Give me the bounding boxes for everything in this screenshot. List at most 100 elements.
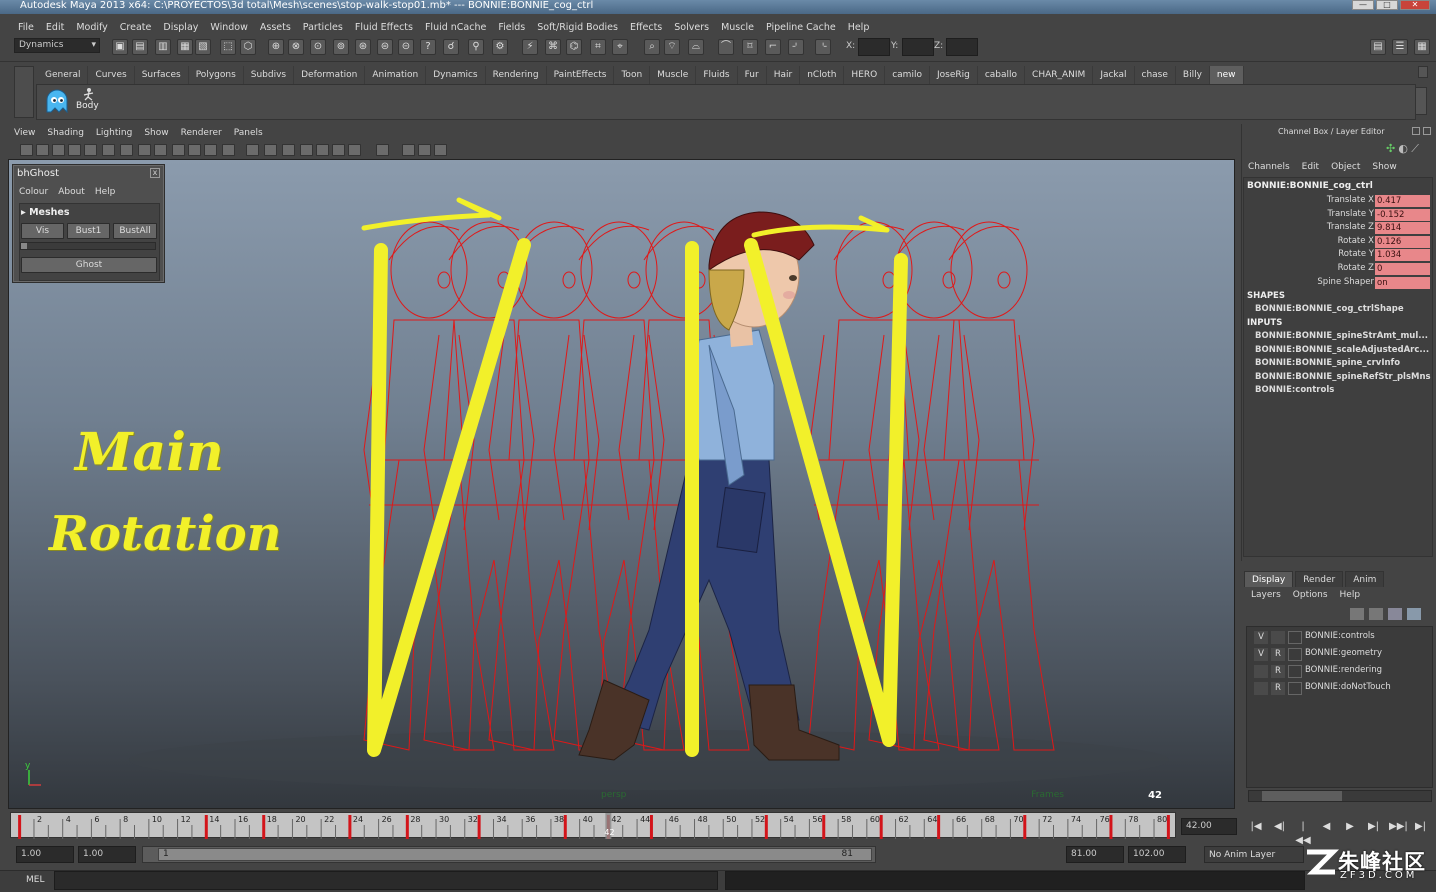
statusline-tool-icon[interactable]: ▥ xyxy=(155,39,171,55)
shelf-tab-muscle[interactable]: Muscle xyxy=(650,66,697,84)
viewport-tool-icon[interactable] xyxy=(316,144,329,156)
channel-value[interactable]: 0.417 xyxy=(1375,195,1430,207)
statusline-tool-icon[interactable]: ⊛ xyxy=(355,39,371,55)
layers-up-icon[interactable] xyxy=(1350,608,1364,620)
statusline-tool-icon[interactable]: ⊚ xyxy=(333,39,349,55)
playback-button-7[interactable]: ▶| xyxy=(1413,820,1429,834)
input-node[interactable]: BONNIE:BONNIE_spineRefStr_plsMns xyxy=(1255,372,1431,382)
shelf-body-button[interactable]: Body xyxy=(76,87,100,113)
current-frame-field[interactable]: 42.00 xyxy=(1181,818,1237,835)
menu-effects[interactable]: Effects xyxy=(624,22,668,33)
maximize-button[interactable]: □ xyxy=(1376,0,1398,10)
viewport-tool-icon[interactable] xyxy=(348,144,361,156)
layer-type-toggle[interactable]: R xyxy=(1271,665,1285,678)
time-slider[interactable]: 2 4 6 8 10 12 14 16 18 20 22 24 26 28 30 32 34 36 38 40 42 44… xyxy=(10,812,1176,839)
channel-value[interactable]: 0.126 xyxy=(1375,235,1430,248)
playback-button-5[interactable]: ▶| xyxy=(1366,820,1382,834)
viewport-tool-icon[interactable] xyxy=(282,144,295,156)
slider-handle[interactable] xyxy=(21,243,27,249)
viewport-tool-icon[interactable] xyxy=(52,144,65,156)
viewport-menu-show[interactable]: Show xyxy=(138,126,174,140)
shelf-tab-billy[interactable]: Billy xyxy=(1176,66,1210,84)
statusline-tool-icon[interactable]: ⌬ xyxy=(566,39,582,55)
viewport-tool-icon[interactable] xyxy=(102,144,115,156)
statusline-tool-icon[interactable]: ⊙ xyxy=(310,39,326,55)
shelf-tab-dynamics[interactable]: Dynamics xyxy=(426,66,486,84)
layer-row-bonnie-donottouch[interactable]: R BONNIE:doNotTouch xyxy=(1250,681,1430,696)
statusline-tool-icon[interactable]: ⌔ xyxy=(664,39,680,55)
shelf-tab-deformation[interactable]: Deformation xyxy=(294,66,366,84)
channel-value[interactable]: 1.034 xyxy=(1375,249,1430,262)
viewport-tool-icon[interactable] xyxy=(36,144,49,156)
keyframe-marker[interactable] xyxy=(1109,815,1113,839)
viewport-tool-icon[interactable] xyxy=(154,144,167,156)
shape-node[interactable]: BONNIE:BONNIE_cog_ctrlShape xyxy=(1255,304,1431,314)
statusline-tool-icon[interactable]: ⌐ xyxy=(765,39,781,55)
statusline-tool-icon[interactable]: ⊕ xyxy=(268,39,284,55)
shelf-tab-new[interactable]: new xyxy=(1209,66,1244,84)
statusline-tool-icon[interactable]: ▤ xyxy=(132,39,148,55)
bhghost-vis-button[interactable]: Vis xyxy=(21,223,64,239)
selected-node-name[interactable]: BONNIE:BONNIE_cog_ctrl xyxy=(1247,181,1373,191)
cb-menu-show[interactable]: Show xyxy=(1372,162,1396,172)
statusline-tool-icon[interactable]: ⌎ xyxy=(815,39,831,55)
range-end-field[interactable]: 102.00 xyxy=(1128,846,1186,863)
bhghost-close-button[interactable]: x xyxy=(150,168,160,178)
viewport-tool-icon[interactable] xyxy=(402,144,415,156)
mel-label[interactable]: MEL xyxy=(26,875,44,885)
keyframe-marker[interactable] xyxy=(405,815,409,839)
tab-display[interactable]: Display xyxy=(1244,571,1294,587)
layer-type-toggle[interactable] xyxy=(1271,631,1285,644)
keyframe-marker[interactable] xyxy=(764,815,768,839)
channel-row-spine-shaper[interactable]: Spine Shaper on xyxy=(1250,276,1430,290)
layer-row-bonnie-controls[interactable]: V BONNIE:controls xyxy=(1250,630,1430,645)
viewport-menu-shading[interactable]: Shading xyxy=(41,126,90,140)
keyframe-marker[interactable] xyxy=(262,815,266,839)
bhghost-menu-help[interactable]: Help xyxy=(95,187,116,197)
bhghost-ghost-button[interactable]: Ghost xyxy=(21,257,157,273)
keyframe-marker[interactable] xyxy=(563,815,567,839)
shelf-grip[interactable] xyxy=(14,66,34,118)
viewport-tool-icon[interactable] xyxy=(418,144,431,156)
viewport-menu-renderer[interactable]: Renderer xyxy=(175,126,228,140)
keyframe-marker[interactable] xyxy=(18,815,22,839)
x-input[interactable] xyxy=(858,38,890,56)
statusline-tool-icon[interactable]: ⌗ xyxy=(590,39,606,55)
shelf-tab-caballo[interactable]: caballo xyxy=(978,66,1026,84)
keyframe-marker[interactable] xyxy=(937,815,941,839)
channel-row-rotate-y[interactable]: Rotate Y 1.034 xyxy=(1250,249,1430,262)
playback-button-0[interactable]: |◀ xyxy=(1248,820,1264,834)
bhghost-menu-about[interactable]: About xyxy=(58,187,85,197)
menu-soft-rigid-bodies[interactable]: Soft/Rigid Bodies xyxy=(531,22,624,33)
layers-down-icon[interactable] xyxy=(1369,608,1383,620)
keyframe-marker[interactable] xyxy=(822,815,826,839)
keyframe-marker[interactable] xyxy=(1023,815,1027,839)
layer-name[interactable]: BONNIE:doNotTouch xyxy=(1305,682,1391,692)
tool-settings-icon[interactable]: ☰ xyxy=(1392,39,1408,55)
layer-visibility-toggle[interactable] xyxy=(1254,682,1268,695)
menu-create[interactable]: Create xyxy=(114,22,158,33)
cb-menu-edit[interactable]: Edit xyxy=(1302,162,1319,172)
close-icon[interactable] xyxy=(1423,127,1432,135)
statusline-tool-icon[interactable]: ⌒ xyxy=(718,39,734,55)
y-input[interactable] xyxy=(902,38,934,56)
layer-scroll-thumb[interactable] xyxy=(1262,791,1342,801)
channel-value[interactable]: 0 xyxy=(1375,263,1430,275)
menu-window[interactable]: Window xyxy=(204,22,253,33)
playback-start-field[interactable]: 1.00 xyxy=(78,846,136,863)
bhghost-meshes-section[interactable]: ▸ Meshes xyxy=(21,207,70,218)
keyframe-marker[interactable] xyxy=(1166,815,1170,839)
shelf-tab-curves[interactable]: Curves xyxy=(88,66,135,84)
channel-box-icon[interactable]: ▦ xyxy=(1414,39,1430,55)
layer-color-swatch[interactable] xyxy=(1288,648,1302,661)
viewport-tool-icon[interactable] xyxy=(204,144,217,156)
layer-row-bonnie-rendering[interactable]: R BONNIE:rendering xyxy=(1250,664,1430,679)
channel-row-translate-y[interactable]: Translate Y -0.152 xyxy=(1250,208,1430,222)
keyframe-marker[interactable] xyxy=(204,815,208,839)
viewport-menu-panels[interactable]: Panels xyxy=(228,126,269,140)
menu-help[interactable]: Help xyxy=(842,22,876,33)
statusline-tool-icon[interactable]: ⚲ xyxy=(468,39,484,55)
channel-value[interactable]: 9.814 xyxy=(1375,222,1430,235)
statusline-tool-icon[interactable]: ? xyxy=(420,39,436,55)
statusline-tool-icon[interactable]: ⊝ xyxy=(398,39,414,55)
